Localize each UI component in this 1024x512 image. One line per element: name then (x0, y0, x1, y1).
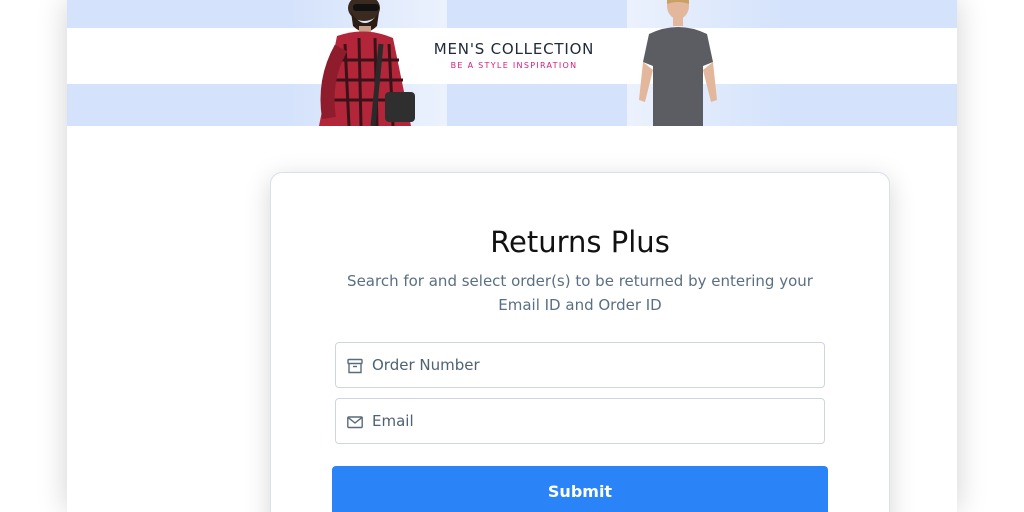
form-description: Search for and select order(s) to be ret… (347, 272, 813, 314)
order-number-input[interactable] (372, 343, 812, 387)
submit-button[interactable]: Submit (332, 466, 828, 512)
form-title: Returns Plus (490, 225, 670, 259)
envelope-icon (347, 416, 363, 429)
page-frame: MEN'S COLLECTION BE A STYLE INSPIRATION … (67, 0, 957, 512)
email-field[interactable] (335, 398, 825, 444)
banner-subtitle: BE A STYLE INSPIRATION (450, 61, 578, 70)
banner-title: MEN'S COLLECTION (433, 40, 595, 58)
collection-banner[interactable]: MEN'S COLLECTION BE A STYLE INSPIRATION (67, 0, 957, 126)
archive-box-icon (347, 358, 363, 374)
order-number-field[interactable] (335, 342, 825, 388)
email-input[interactable] (372, 399, 812, 443)
returns-form-card: Returns Plus Search for and select order… (270, 172, 890, 512)
